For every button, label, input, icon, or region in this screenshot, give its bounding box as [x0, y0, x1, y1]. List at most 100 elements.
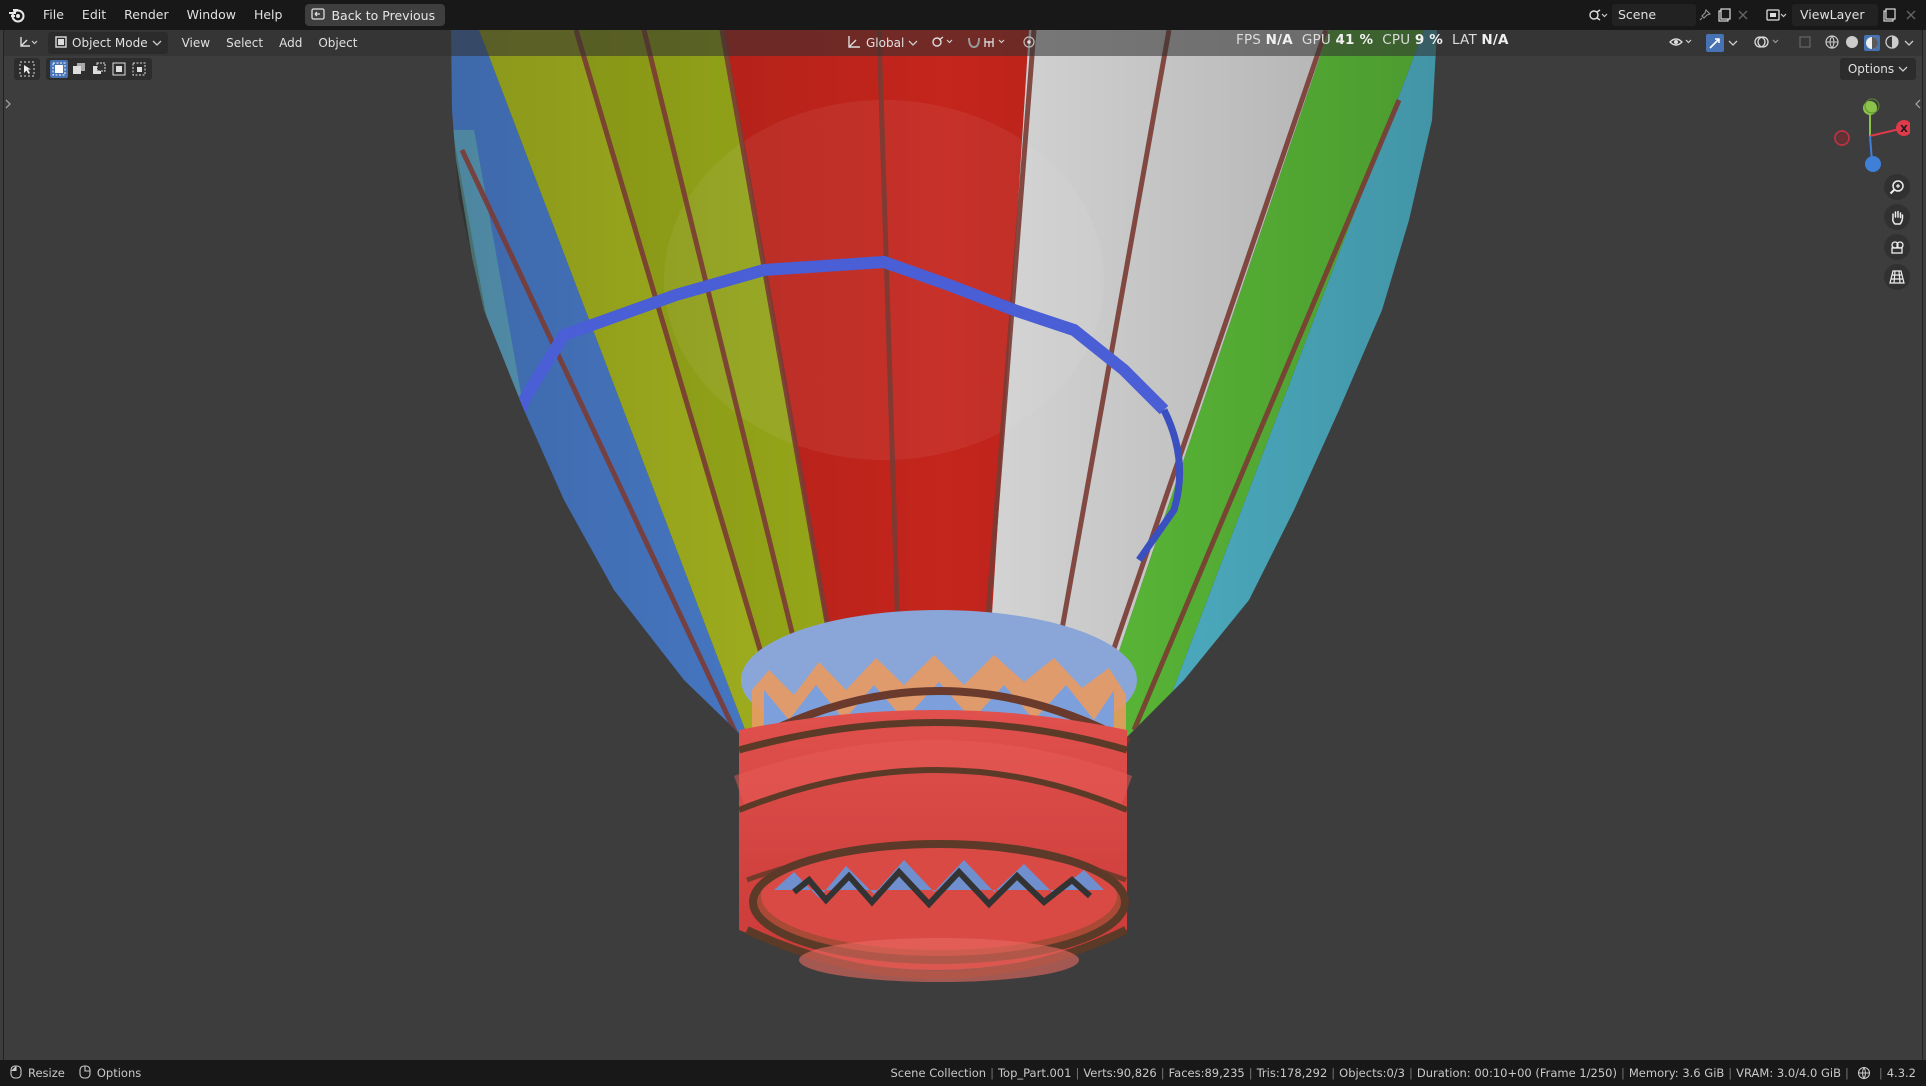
select-cursor-icon [18, 60, 36, 78]
perspective-toggle-button[interactable] [1884, 264, 1910, 290]
stats-object: Top_Part.001 [997, 1066, 1072, 1080]
gpu-value: 41 % [1335, 32, 1374, 48]
scene-selector: Scene [1588, 4, 1752, 26]
visibility-dropdown[interactable] [1662, 32, 1702, 54]
stats-tris: Tris:178,292 [1256, 1066, 1328, 1080]
select-new-icon[interactable] [50, 60, 68, 78]
pivot-icon [930, 35, 956, 52]
proportional-editing-button[interactable] [1016, 32, 1072, 54]
gpu-label: GPU [1301, 32, 1331, 48]
editor-type-icon [18, 35, 38, 52]
fps-label: FPS [1236, 32, 1262, 48]
back-to-previous-label: Back to Previous [331, 7, 436, 23]
pan-button[interactable] [1884, 204, 1910, 230]
balloon-burner-ring [734, 710, 1133, 982]
material-shading-icon[interactable] [1864, 35, 1880, 51]
xray-icon [1798, 35, 1812, 52]
zoom-button[interactable] [1884, 174, 1910, 200]
menu-select[interactable]: Select [218, 32, 271, 54]
viewlayer-selector: ViewLayer [1766, 4, 1922, 26]
chevron-down-icon [1898, 66, 1908, 72]
options-dropdown[interactable]: Options [1839, 58, 1916, 80]
shading-modes [1818, 32, 1920, 54]
chevron-down-icon[interactable] [1904, 39, 1914, 47]
transform-orientation-dropdown[interactable]: Global [840, 32, 924, 54]
stats-duration: Duration: 00:10+00 (Frame 1/250) [1416, 1066, 1617, 1080]
menu-help[interactable]: Help [245, 4, 292, 26]
select-subtract-icon[interactable] [90, 60, 108, 78]
pin-icon[interactable] [1696, 4, 1715, 26]
scene-statistics: Scene Collection | Top_Part.001 | Verts:… [890, 1066, 1916, 1080]
performance-overlay: FPS N/A GPU 41 % CPU 9 % LAT N/A [1236, 32, 1509, 48]
3d-viewport[interactable]: Object Mode View Select Add Object Globa… [3, 30, 1923, 1060]
status-bar: Resize Options Scene Collection | Top_Pa… [0, 1060, 1926, 1086]
new-viewlayer-icon[interactable] [1878, 4, 1900, 26]
menu-window[interactable]: Window [178, 4, 245, 26]
active-tool-button[interactable] [14, 58, 40, 80]
proportional-icon [1022, 35, 1066, 52]
options-hint-label: Options [96, 1066, 142, 1080]
stats-memory: Memory: 3.6 GiB [1628, 1066, 1725, 1080]
snap-button[interactable] [960, 32, 1016, 54]
resize-hint-label: Resize [28, 1066, 65, 1080]
stats-collection: Scene Collection [890, 1066, 987, 1080]
camera-icon [1891, 241, 1904, 254]
orientation-label: Global [866, 36, 905, 50]
chevron-down-icon [908, 36, 918, 50]
select-extend-icon[interactable] [70, 60, 88, 78]
delete-scene-icon[interactable] [1733, 4, 1752, 26]
menu-file[interactable]: File [34, 4, 73, 26]
navigation-gizmo[interactable]: X [1820, 90, 1910, 180]
editor-type-button[interactable] [12, 32, 44, 54]
select-invert-icon[interactable] [110, 60, 128, 78]
hand-icon [1892, 210, 1904, 225]
sidebar-expand-arrow-icon[interactable] [1915, 98, 1921, 112]
magnet-icon [966, 35, 1010, 52]
scene-name-field[interactable]: Scene [1612, 4, 1697, 26]
zoom-icon [1889, 180, 1904, 195]
lat-label: LAT [1452, 32, 1477, 48]
wireframe-shading-icon[interactable] [1824, 34, 1840, 53]
blender-logo-icon[interactable] [0, 0, 34, 30]
delete-viewlayer-icon[interactable] [1900, 4, 1922, 26]
stats-objects: Objects:0/3 [1339, 1066, 1405, 1080]
scene-browse-icon[interactable] [1588, 4, 1608, 26]
viewlayer-name-field[interactable]: ViewLayer [1792, 4, 1878, 26]
rendered-shading-icon[interactable] [1884, 34, 1900, 53]
camera-view-button[interactable] [1884, 234, 1910, 260]
menu-view[interactable]: View [174, 32, 218, 54]
chevron-down-icon [152, 36, 162, 50]
object-mode-dropdown[interactable]: Object Mode [48, 32, 168, 54]
menu-object[interactable]: Object [310, 32, 365, 54]
cpu-value: 9 % [1414, 32, 1444, 48]
mouse-options-icon [79, 1064, 91, 1082]
back-to-previous-button[interactable]: Back to Previous [305, 4, 446, 26]
tool-settings-row [14, 58, 152, 80]
pivot-point-button[interactable] [924, 32, 962, 54]
overlays-icon [1754, 35, 1784, 52]
back-icon [311, 7, 326, 23]
cpu-label: CPU [1382, 32, 1411, 48]
viewlayer-browse-icon[interactable] [1766, 4, 1788, 26]
stats-verts: Verts:90,826 [1083, 1066, 1157, 1080]
eye-icon [1668, 35, 1696, 52]
gizmo-toggle-button[interactable] [1700, 32, 1744, 54]
menu-render[interactable]: Render [115, 4, 178, 26]
mouse-resize-icon [10, 1064, 22, 1082]
new-scene-icon[interactable] [1715, 4, 1734, 26]
menu-add[interactable]: Add [271, 32, 310, 54]
select-intersect-icon[interactable] [130, 60, 148, 78]
stats-vram: VRAM: 3.0/4.0 GiB [1736, 1066, 1841, 1080]
balloon-render [451, 30, 1437, 982]
viewport-header: Object Mode View Select Add Object Globa… [4, 30, 1922, 56]
xray-toggle-button[interactable] [1792, 32, 1818, 54]
overlays-button[interactable] [1748, 32, 1790, 54]
top-menubar: File Edit Render Window Help Back to Pre… [0, 0, 1926, 30]
solid-shading-icon[interactable] [1844, 34, 1860, 53]
network-globe-icon[interactable] [1857, 1066, 1871, 1080]
options-label: Options [1847, 62, 1895, 76]
gizmo-icon [1706, 34, 1724, 52]
menu-edit[interactable]: Edit [73, 4, 115, 26]
toolbar-expand-arrow-icon[interactable] [5, 98, 11, 112]
object-mode-icon [54, 35, 68, 52]
